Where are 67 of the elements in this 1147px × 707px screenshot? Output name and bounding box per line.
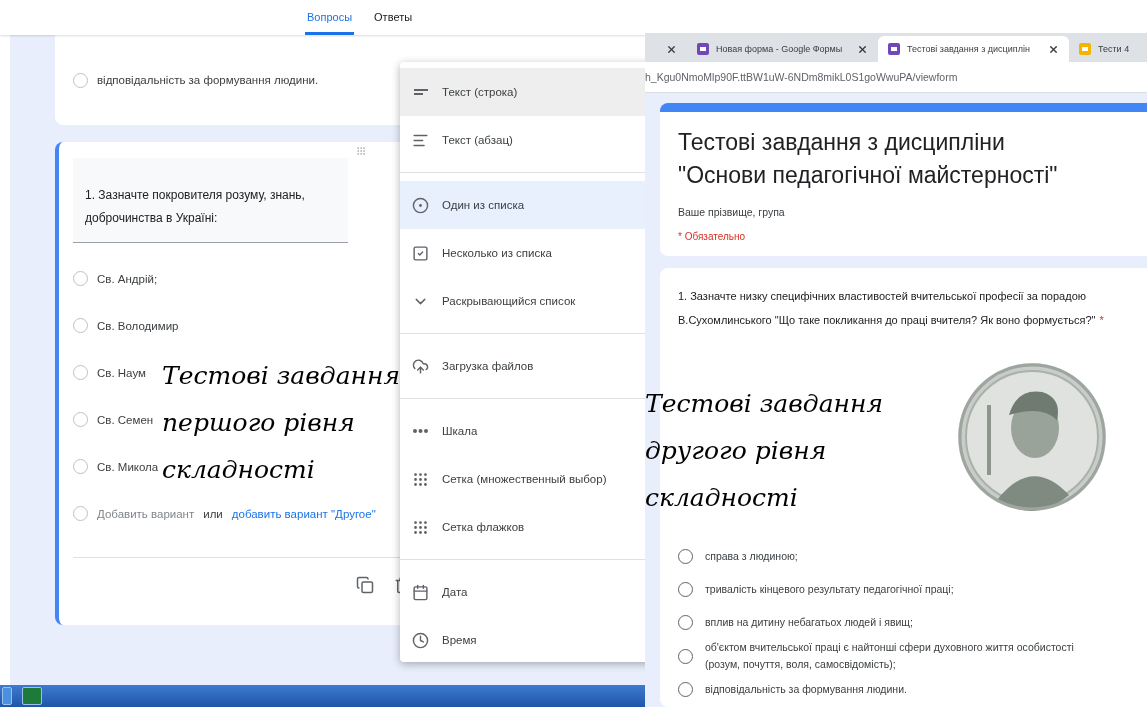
browser-tab[interactable]: Тести 4 [1069, 36, 1147, 62]
option-label: відповідальність за формування людини. [97, 74, 319, 86]
browser-tab[interactable]: Новая форма - Google Формы [687, 36, 878, 62]
radio-button[interactable] [73, 271, 88, 286]
form-title: Тестові завдання з дисципліни "Основи педагогічної майстерності" [678, 128, 1059, 190]
option-label: Св. Семен [97, 413, 154, 426]
menu-item[interactable]: Время [400, 616, 645, 664]
question-text: 1. Зазначте низку специфічних властивостей вчительської професії за порадою В.Сухомлинського "Що таке покликання до праці вчителя? Як воно формується?" [678, 290, 1096, 326]
copy-icon[interactable] [356, 576, 374, 594]
form-description: Ваше прізвище, група [678, 206, 786, 218]
radio-button[interactable] [678, 615, 693, 630]
required-mark: * [1099, 314, 1104, 326]
option-label: відповідальність за формування людини. [705, 682, 908, 697]
form-icon [697, 43, 709, 55]
radio-button[interactable] [73, 459, 88, 474]
radio-button[interactable] [73, 72, 88, 88]
grid-icon [412, 470, 429, 488]
option-label: или [203, 507, 223, 520]
menu-item[interactable]: Загрузка файлов [400, 342, 645, 390]
radio-button[interactable] [73, 412, 88, 427]
checkbox-icon [412, 244, 429, 262]
menu-item[interactable]: Сетка (множественный выбор) [400, 455, 645, 503]
add-option-field[interactable]: Добавить вариант [97, 507, 195, 520]
taskbar-app-icon[interactable] [2, 687, 12, 705]
short-lines-icon [413, 89, 428, 95]
menu-item[interactable]: Раскрывающийся список [400, 277, 645, 325]
option-label: тривалість кінцевого результату педагогічної праці; [705, 582, 955, 597]
menu-item[interactable]: Шкала [400, 407, 645, 455]
option-label: Св. Микола [97, 460, 159, 473]
close-icon[interactable] [666, 43, 677, 55]
menu-item[interactable]: Дата [400, 568, 645, 616]
option-label: Св. Володимир [97, 319, 179, 332]
option-label: Св. Андрій; [97, 272, 158, 285]
radio-button-icon [412, 196, 429, 214]
menu-item[interactable]: Текст (абзац) [400, 116, 645, 164]
question-field[interactable]: 1. Зазначте покровителя розуму, знань, доброчинства в Україні: [73, 158, 348, 243]
overlay-caption: Тестові завдання другого рівня складності [645, 388, 884, 514]
add-other-link[interactable]: добавить вариант "Другое" [231, 507, 376, 520]
clock-icon [412, 631, 429, 649]
drag-handle-icon[interactable] [355, 146, 367, 156]
browser-tab[interactable]: Тестові завдання з дисциплін [878, 36, 1069, 62]
radio-button[interactable] [678, 582, 693, 597]
required-note: * Обязательно [678, 231, 747, 242]
radio-button[interactable] [678, 549, 693, 564]
radio-button[interactable] [73, 365, 88, 380]
option-label: вплив на дитину небагатьох людей і явищ; [705, 615, 914, 630]
calendar-icon [412, 583, 429, 601]
radio-button[interactable] [678, 648, 693, 664]
spreadsheet-app-icon[interactable] [22, 687, 42, 705]
form-icon [1079, 43, 1091, 55]
menu-item[interactable]: Сетка флажков [400, 503, 645, 551]
overlay-caption: Тестові завдання першого рівня складності [162, 360, 401, 486]
radio-button[interactable] [678, 682, 693, 697]
option-label: справа з людиною; [705, 549, 799, 564]
option-label: об'єктом вчительської праці є найтонші сфери духовного життя особистості (розум, почуття, воля, самосвідомість); [705, 640, 1075, 672]
radio-button[interactable] [73, 318, 88, 333]
close-icon[interactable] [1048, 43, 1059, 55]
tab[interactable]: Ответы [372, 11, 415, 35]
menu-item[interactable]: Несколько из списка [400, 229, 645, 277]
close-icon[interactable] [857, 43, 868, 55]
dots-scale-icon [413, 429, 428, 433]
menu-item[interactable]: Один из списка [400, 181, 645, 229]
cloud-upload-icon [412, 357, 429, 375]
option-label: Св. Наум [97, 366, 146, 379]
form-icon [888, 43, 900, 55]
grid-icon [412, 518, 429, 536]
menu-item[interactable]: Текст (строка) [400, 68, 645, 116]
